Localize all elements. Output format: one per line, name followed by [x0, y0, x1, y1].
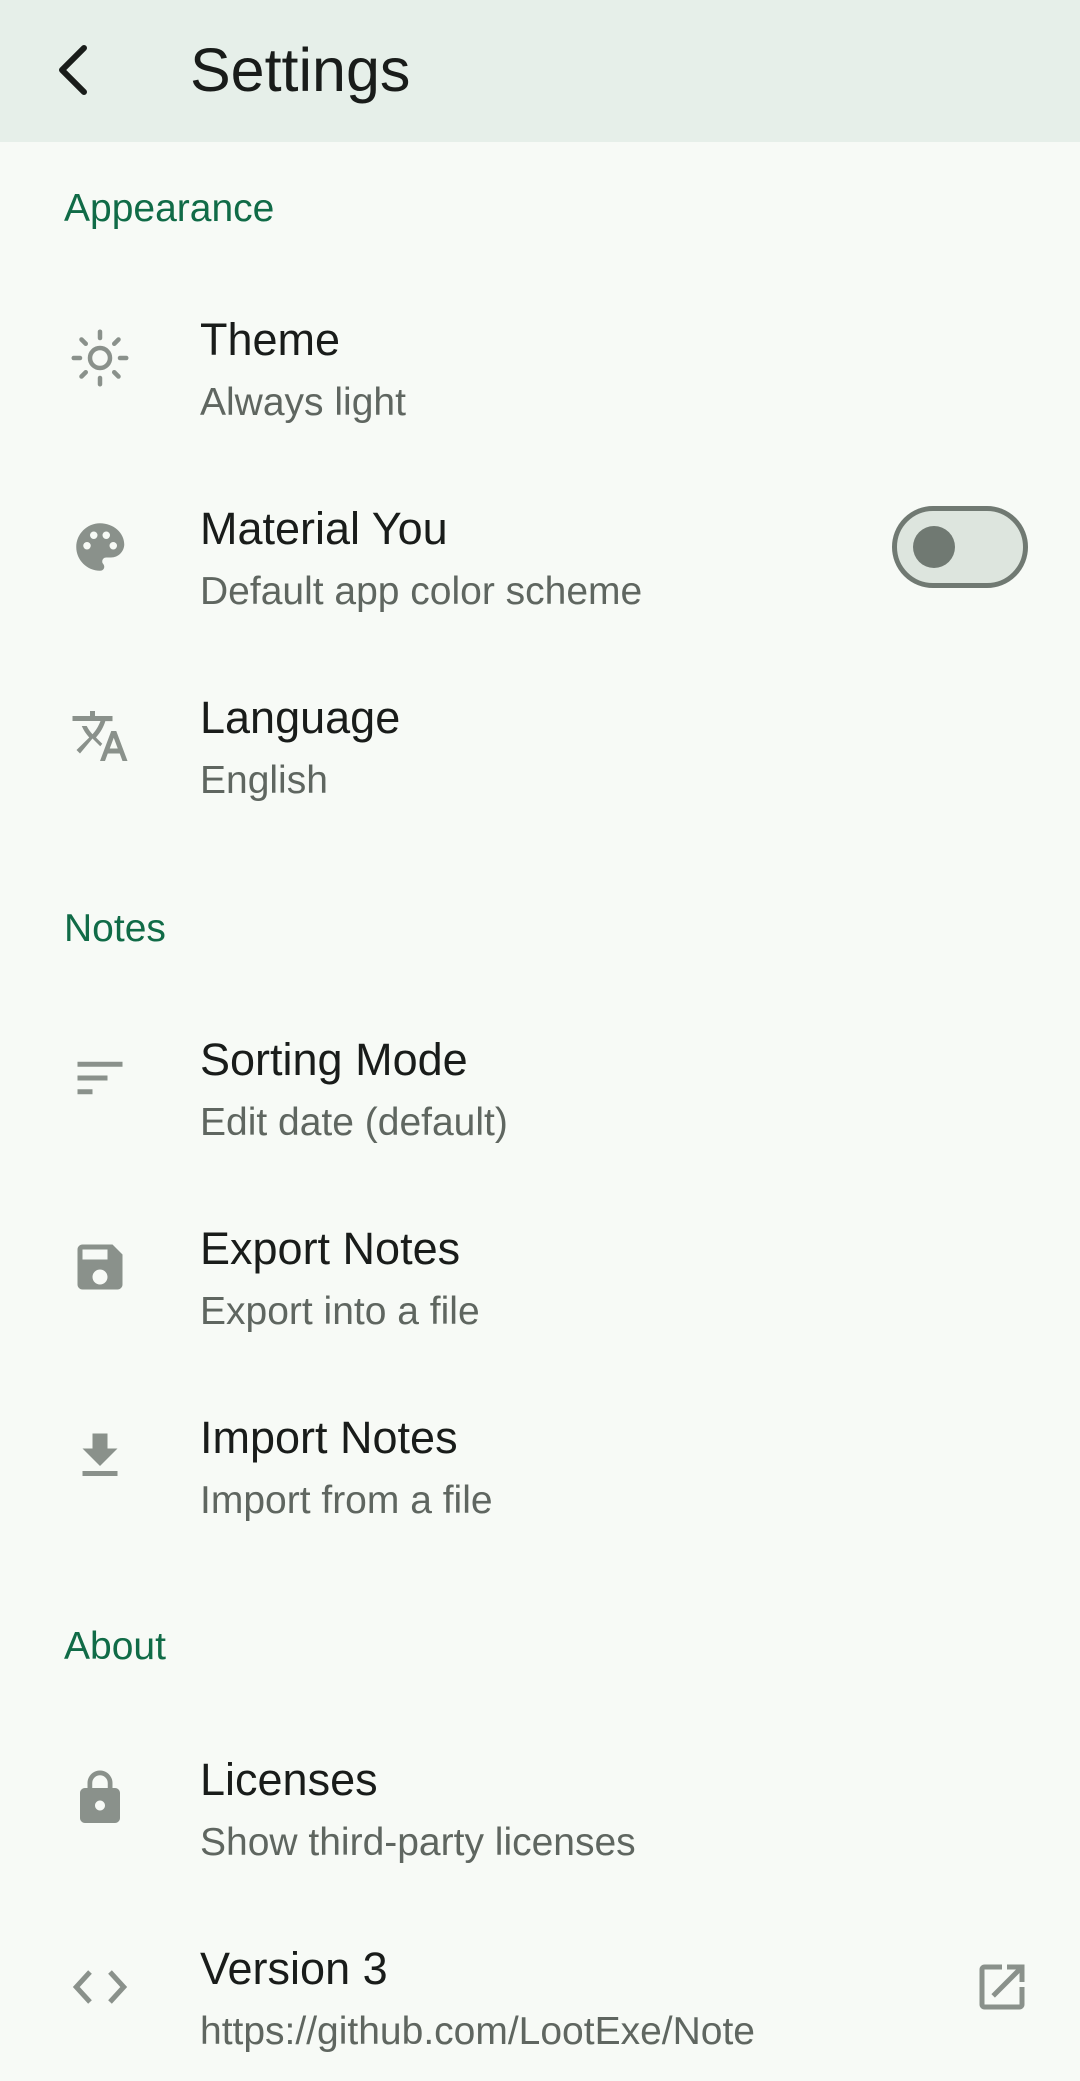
- lock-icon: [64, 1762, 136, 1834]
- top-app-bar: Settings: [0, 0, 1080, 142]
- setting-row-language[interactable]: Language English: [0, 646, 1080, 826]
- switch-thumb: [913, 526, 955, 568]
- palette-icon: [64, 511, 136, 583]
- save-icon: [64, 1231, 136, 1303]
- setting-title: Material You: [200, 503, 448, 554]
- code-icon: [64, 1951, 136, 2023]
- setting-row-version[interactable]: Version 3 https://github.com/LootExe/Not…: [0, 1897, 1080, 2077]
- setting-row-sorting-mode[interactable]: Sorting Mode Edit date (default): [0, 988, 1080, 1168]
- setting-subtitle: Always light: [200, 381, 406, 424]
- setting-row-import-notes[interactable]: Import Notes Import from a file: [0, 1366, 1080, 1546]
- download-icon: [64, 1420, 136, 1492]
- setting-title: Language: [200, 692, 401, 743]
- setting-title: Version 3: [200, 1943, 388, 1994]
- setting-title: Import Notes: [200, 1412, 458, 1463]
- setting-title: Export Notes: [200, 1223, 461, 1274]
- open-in-new-icon[interactable]: [970, 1955, 1034, 2019]
- setting-title: Sorting Mode: [200, 1034, 468, 1085]
- setting-subtitle: English: [200, 759, 328, 802]
- sort-icon: [64, 1042, 136, 1114]
- setting-subtitle: Default app color scheme: [200, 570, 643, 613]
- setting-subtitle: https://github.com/LootExe/Note: [200, 2010, 755, 2053]
- arrow-back-icon: [59, 45, 87, 95]
- section-header-about: About: [64, 1625, 166, 1668]
- setting-subtitle: Import from a file: [200, 1479, 493, 1522]
- setting-row-export-notes[interactable]: Export Notes Export into a file: [0, 1177, 1080, 1357]
- setting-subtitle: Export into a file: [200, 1290, 480, 1333]
- setting-subtitle: Edit date (default): [200, 1101, 508, 1144]
- setting-row-licenses[interactable]: Licenses Show third-party licenses: [0, 1708, 1080, 1888]
- section-header-appearance: Appearance: [64, 187, 275, 230]
- back-button[interactable]: [28, 18, 120, 122]
- page-title: Settings: [190, 36, 411, 104]
- translate-icon: [64, 700, 136, 772]
- material-you-switch[interactable]: [892, 506, 1028, 588]
- setting-title: Licenses: [200, 1754, 378, 1805]
- setting-subtitle: Show third-party licenses: [200, 1821, 636, 1864]
- setting-title: Theme: [200, 314, 341, 365]
- setting-row-material-you[interactable]: Material You Default app color scheme: [0, 457, 1080, 637]
- setting-row-theme[interactable]: Theme Always light: [0, 268, 1080, 448]
- brightness-icon: [64, 322, 136, 394]
- section-header-notes: Notes: [64, 907, 166, 950]
